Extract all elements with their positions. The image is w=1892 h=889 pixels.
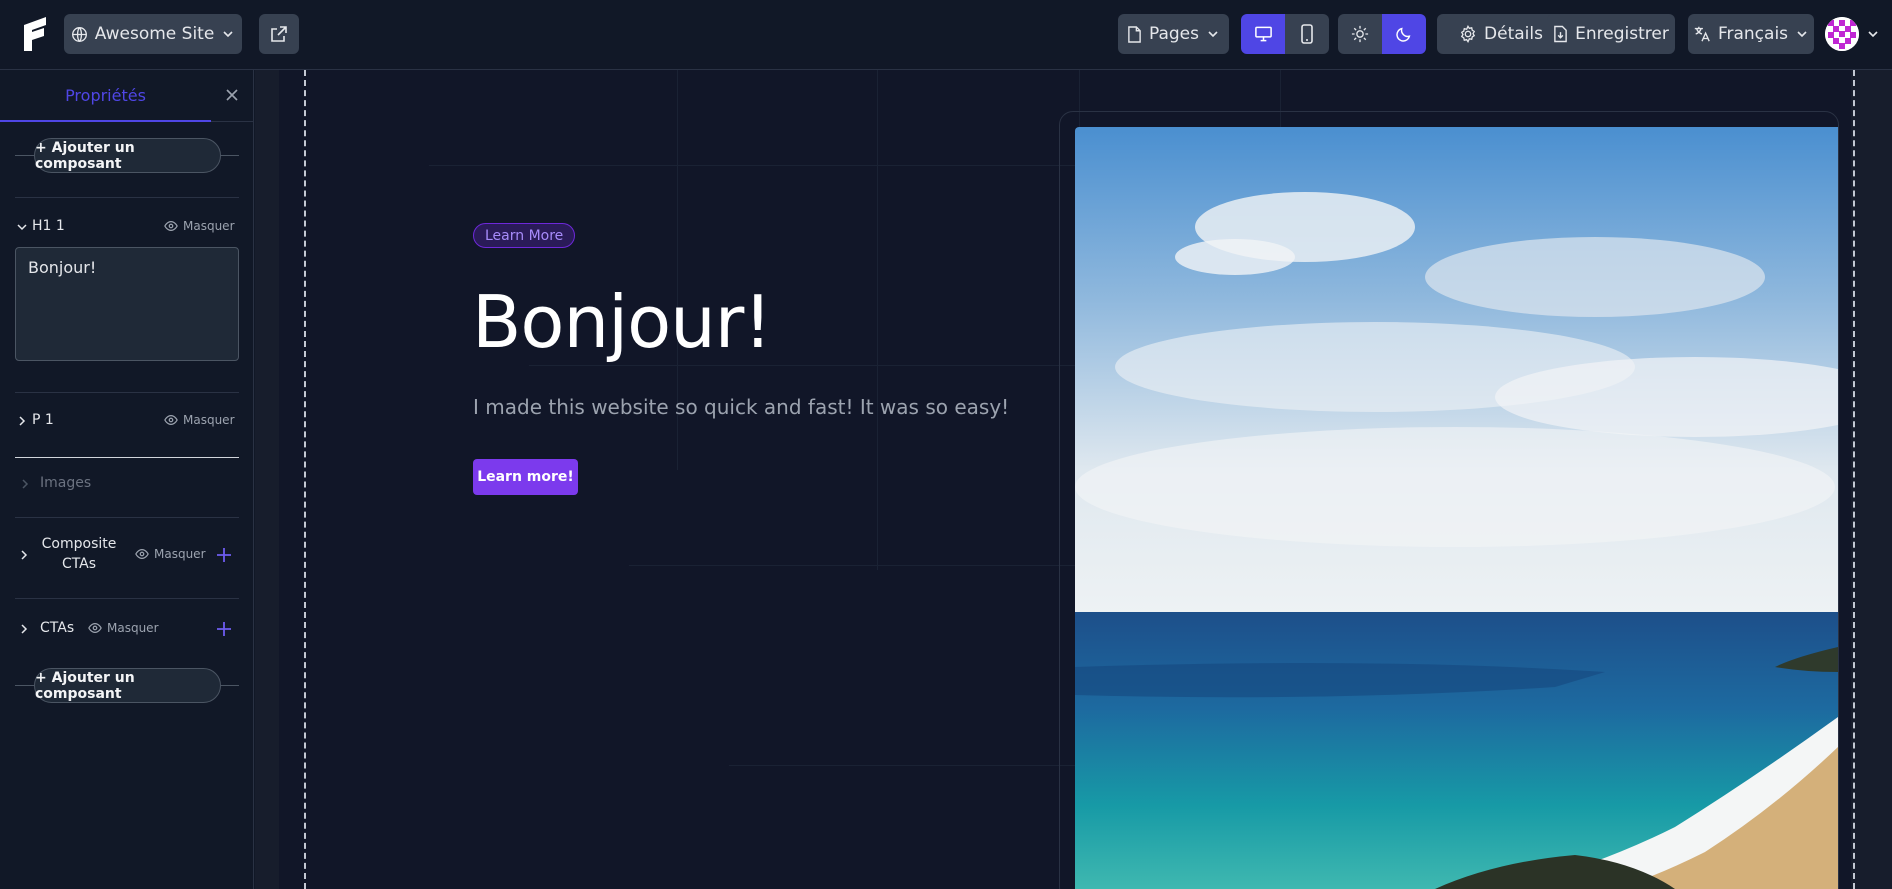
grid-line xyxy=(877,70,878,570)
dark-mode-button[interactable] xyxy=(1382,14,1426,54)
mobile-view-button[interactable] xyxy=(1285,14,1329,54)
h1-text-field[interactable]: Bonjour! xyxy=(15,247,239,361)
globe-icon xyxy=(71,26,87,42)
save-file-icon xyxy=(1554,25,1567,43)
chevron-down-icon xyxy=(223,31,233,38)
open-external-button[interactable] xyxy=(259,14,299,54)
plus-icon[interactable] xyxy=(216,621,232,637)
chevron-down-icon xyxy=(1208,31,1218,38)
save-label: Enregistrer xyxy=(1575,24,1669,44)
language-dropdown[interactable]: Français xyxy=(1688,14,1814,54)
sidebar-tabbar: Propriétés xyxy=(0,70,254,122)
chevron-right-icon[interactable] xyxy=(18,623,30,635)
save-button[interactable]: Enregistrer xyxy=(1547,14,1675,54)
properties-sidebar: Propriétés + Ajouter un composant H1 1 M… xyxy=(0,70,254,889)
chevron-right-icon[interactable] xyxy=(19,478,31,490)
hero-badge[interactable]: Learn More xyxy=(473,223,576,248)
chevron-down-icon[interactable] xyxy=(16,221,28,233)
hide-toggle-composite-ctas[interactable]: Masquer xyxy=(135,547,206,561)
details-label: Détails xyxy=(1484,24,1543,44)
pages-label: Pages xyxy=(1148,24,1199,44)
user-avatar[interactable] xyxy=(1825,17,1859,51)
app-logo-icon[interactable] xyxy=(22,15,48,53)
close-icon[interactable] xyxy=(224,87,240,103)
chevron-right-icon[interactable] xyxy=(18,549,30,561)
section-h1-title[interactable]: H1 1 xyxy=(32,218,65,234)
chevron-down-icon xyxy=(1797,31,1807,38)
add-component-button-top[interactable]: + Ajouter un composant xyxy=(34,138,221,173)
hide-label: Masquer xyxy=(183,219,235,233)
eye-icon xyxy=(164,415,178,425)
site-selector[interactable]: Awesome Site xyxy=(64,14,242,54)
page-boundary-right xyxy=(1853,70,1855,889)
hide-toggle-p[interactable]: Masquer xyxy=(164,413,235,427)
account-chevron-down-icon[interactable] xyxy=(1866,27,1880,41)
chevron-right-icon[interactable] xyxy=(16,415,28,427)
divider xyxy=(15,197,239,198)
desktop-icon xyxy=(1254,26,1272,42)
pages-dropdown[interactable]: Pages xyxy=(1118,14,1229,54)
desktop-view-button[interactable] xyxy=(1241,14,1285,54)
divider xyxy=(15,392,239,393)
section-p-title[interactable]: P 1 xyxy=(32,412,54,428)
site-name: Awesome Site xyxy=(94,24,215,44)
section-composite-ctas-title[interactable]: Composite CTAs xyxy=(40,534,118,574)
divider xyxy=(15,457,239,458)
language-label: Français xyxy=(1717,24,1789,44)
section-ctas-title[interactable]: CTAs xyxy=(40,620,74,636)
divider xyxy=(15,517,239,518)
external-link-icon xyxy=(271,26,287,42)
tab-properties[interactable]: Propriétés xyxy=(0,70,211,122)
add-component-button-bottom[interactable]: + Ajouter un composant xyxy=(34,668,221,703)
mobile-icon xyxy=(1301,24,1313,44)
top-bar: Awesome Site Pages Détails Enregistrer F… xyxy=(0,0,1892,70)
hide-label: Masquer xyxy=(183,413,235,427)
beach-photo xyxy=(1075,127,1838,889)
avatar-pattern-icon xyxy=(1825,17,1859,51)
hide-label: Masquer xyxy=(107,621,159,635)
page-boundary-left xyxy=(304,70,306,889)
light-mode-button[interactable] xyxy=(1338,14,1382,54)
eye-icon xyxy=(135,549,149,559)
translate-icon xyxy=(1694,26,1710,42)
section-images-title[interactable]: Images xyxy=(40,475,91,491)
hide-toggle-h1[interactable]: Masquer xyxy=(164,219,235,233)
eye-icon xyxy=(88,623,102,633)
hide-label: Masquer xyxy=(154,547,206,561)
divider xyxy=(15,598,239,599)
gear-icon xyxy=(1460,25,1476,43)
eye-icon xyxy=(164,221,178,231)
hero-subtitle[interactable]: I made this website so quick and fast! I… xyxy=(473,395,1009,419)
hero-title[interactable]: Bonjour! xyxy=(472,280,772,364)
hero-image[interactable] xyxy=(1075,127,1838,889)
sun-icon xyxy=(1351,25,1369,43)
plus-icon[interactable] xyxy=(216,547,232,563)
hide-toggle-ctas[interactable]: Masquer xyxy=(88,621,159,635)
moon-icon xyxy=(1396,27,1411,42)
page-icon xyxy=(1128,25,1141,43)
details-button[interactable]: Détails xyxy=(1437,14,1565,54)
hero-cta-button[interactable]: Learn more! xyxy=(473,459,578,495)
